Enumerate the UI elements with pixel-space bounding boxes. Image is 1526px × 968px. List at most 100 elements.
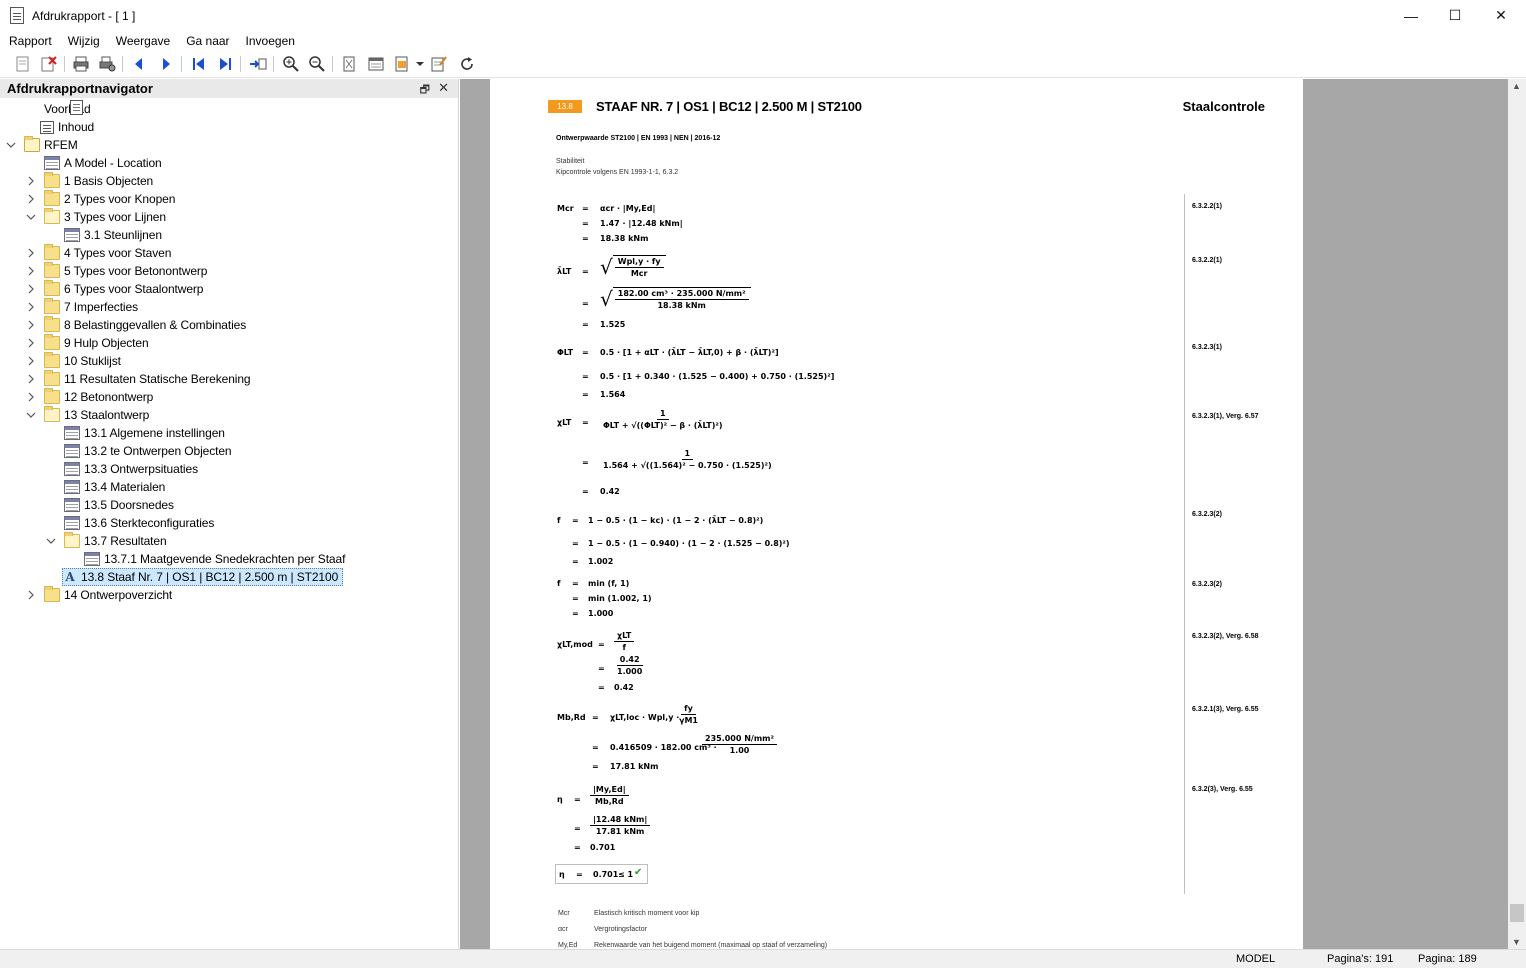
eq-mb-1a: χLT,loc · Wpl,y · <box>610 713 680 722</box>
tree-item[interactable]: 11 Resultaten Statische Berekening <box>44 370 251 388</box>
chevron-right-icon[interactable] <box>26 302 36 312</box>
tree-item[interactable]: 3 Types voor Lijnen <box>44 208 166 226</box>
print-setup-icon[interactable] <box>98 55 116 73</box>
scroll-up-icon[interactable]: ▲ <box>1512 81 1521 91</box>
tree-item[interactable]: 13.7.1 Maatgevende Snedekrachten per Sta… <box>84 550 345 568</box>
eq-mb-1num: fy <box>681 704 696 715</box>
fit-page-icon[interactable] <box>340 55 358 73</box>
tree-item[interactable]: 13 Staalontwerp <box>44 406 149 424</box>
chevron-right-icon[interactable] <box>26 356 36 366</box>
folder-icon <box>44 190 60 206</box>
menu-invoegen[interactable]: Invoegen <box>246 34 295 48</box>
tree-item[interactable]: 1 Basis Objecten <box>44 172 153 190</box>
tree-item[interactable]: 14 Ontwerpoverzicht <box>44 586 172 604</box>
tree-item[interactable]: 12 Betonontwerp <box>44 388 153 406</box>
tree-item[interactable]: A 13.8 Staaf Nr. 7 | OS1 | BC12 | 2.500 m… <box>62 568 344 586</box>
minimize-button[interactable]: — <box>1388 0 1434 31</box>
tree-item[interactable]: A Model - Location <box>44 154 162 172</box>
edit-icon[interactable] <box>430 55 448 73</box>
tree-item-label: 4 Types voor Staven <box>64 246 172 260</box>
chevron-right-icon[interactable] <box>26 284 36 294</box>
chevron-right-icon[interactable] <box>26 590 36 600</box>
float-panel-icon[interactable]: 🗗 <box>420 81 430 100</box>
tree-item[interactable]: 3.1 Steunlijnen <box>64 226 162 244</box>
new-page-icon[interactable] <box>14 55 32 73</box>
chevron-right-icon[interactable] <box>26 320 36 330</box>
menu-rapport[interactable]: Rapport <box>9 34 52 48</box>
delete-icon[interactable] <box>40 55 58 73</box>
arrow-right-icon[interactable] <box>157 55 175 73</box>
title-bar: Afdrukrapport - [ 1 ] <box>0 0 1526 31</box>
eq-f-1: 1 − 0.5 · (1 − kc) · (1 − 2 · (λ̄LT − 0.… <box>588 516 764 525</box>
ref-f: 6.3.2.3(2) <box>1192 511 1222 518</box>
tree-item-label: 13.6 Sterkteconfiguraties <box>84 516 215 530</box>
chevron-right-icon[interactable] <box>26 392 36 402</box>
table-icon <box>64 426 80 440</box>
tree-item[interactable]: 6 Types voor Staalontwerp <box>44 280 203 298</box>
ref-phi: 6.3.2.3(1) <box>1192 344 1222 351</box>
eq-chimod-3: 0.42 <box>614 683 634 692</box>
chevron-right-icon[interactable] <box>26 266 36 276</box>
eq-lambda2-num: 182.00 cm³ · 235.000 N/mm² <box>614 289 749 300</box>
menu-wijzig[interactable]: Wijzig <box>68 34 100 48</box>
arrow-left-icon[interactable] <box>130 55 148 73</box>
ref-eta: 6.3.2(3), Verg. 6.55 <box>1192 786 1253 793</box>
tree-item[interactable]: 13.2 te Ontwerpen Objecten <box>64 442 232 460</box>
tree-item[interactable]: Inhoud <box>40 118 94 136</box>
chevron-down-icon[interactable] <box>26 212 36 222</box>
menu-ga-naar[interactable]: Ga naar <box>186 34 229 48</box>
tree-item-label: 13.7.1 Maatgevende Snedekrachten per Sta… <box>104 552 346 566</box>
tree-item[interactable]: 8 Belastinggevallen & Combinaties <box>44 316 246 334</box>
menu-weergave[interactable]: Weergave <box>116 34 170 48</box>
tree-item[interactable]: 10 Stuklijst <box>44 352 121 370</box>
chevron-down-icon[interactable] <box>6 140 16 150</box>
chevron-right-icon[interactable] <box>26 374 36 384</box>
eq-lambda-3: 1.525 <box>600 320 626 329</box>
tree-item[interactable]: 13.5 Doorsnedes <box>64 496 174 514</box>
tree-item[interactable]: 13.1 Algemene instellingen <box>64 424 225 442</box>
ref-chi-mod: 6.3.2.3(2), Verg. 6.58 <box>1192 633 1259 640</box>
folder-icon <box>44 352 60 368</box>
tree-item[interactable]: 4 Types voor Staven <box>44 244 171 262</box>
chevron-down-icon[interactable] <box>46 536 56 546</box>
export-icon[interactable] <box>393 55 411 73</box>
tree-item[interactable]: 13.3 Ontwerpsituaties <box>64 460 198 478</box>
tree-item[interactable]: Voorblad <box>40 100 91 118</box>
print-icon[interactable] <box>72 55 90 73</box>
report-viewer[interactable]: 13.8 STAAF NR. 7 | OS1 | BC12 | 2.500 M … <box>460 79 1508 949</box>
tree-item[interactable]: 13.7 Resultaten <box>64 532 167 550</box>
close-panel-icon[interactable]: ✕ <box>438 80 449 96</box>
vertical-scrollbar[interactable]: ▲ ▼ <box>1508 79 1526 949</box>
chevron-down-icon[interactable] <box>26 410 36 420</box>
chevron-right-icon[interactable] <box>26 176 36 186</box>
zoom-out-icon[interactable] <box>308 55 326 73</box>
first-page-icon[interactable] <box>190 55 208 73</box>
refresh-icon[interactable] <box>458 55 476 73</box>
scroll-down-icon[interactable]: ▼ <box>1512 937 1521 947</box>
chevron-right-icon[interactable] <box>26 338 36 348</box>
eq-chimod-num: χLT <box>614 631 635 642</box>
dropdown-icon[interactable] <box>414 55 426 73</box>
tree-item-label: 5 Types voor Betonontwerp <box>64 264 208 278</box>
goto-page-icon[interactable] <box>249 55 267 73</box>
tree-item[interactable]: 13.4 Materialen <box>64 478 165 496</box>
tree-item[interactable]: 2 Types voor Knopen <box>44 190 175 208</box>
scroll-thumb[interactable] <box>1510 904 1524 922</box>
folder-icon <box>44 388 60 404</box>
chevron-right-icon[interactable] <box>26 248 36 258</box>
tree-item[interactable]: RFEM <box>24 136 78 154</box>
table-icon <box>64 444 80 458</box>
tree-item[interactable]: 5 Types voor Betonontwerp <box>44 262 207 280</box>
tree-item[interactable]: 9 Hulp Objecten <box>44 334 149 352</box>
page-setup-icon[interactable] <box>367 55 385 73</box>
eq-eta-num: |My,Ed| <box>590 785 629 796</box>
close-button[interactable]: ✕ <box>1478 0 1524 31</box>
tree-item[interactable]: 7 Imperfecties <box>44 298 138 316</box>
tree-item[interactable]: 13.6 Sterkteconfiguraties <box>64 514 214 532</box>
chevron-right-icon[interactable] <box>26 194 36 204</box>
last-page-icon[interactable] <box>216 55 234 73</box>
eq-lambda2-den: 18.38 kNm <box>657 301 706 310</box>
maximize-button[interactable]: ☐ <box>1432 0 1478 31</box>
zoom-in-icon[interactable] <box>282 55 300 73</box>
report-section-icon: A <box>65 570 75 584</box>
